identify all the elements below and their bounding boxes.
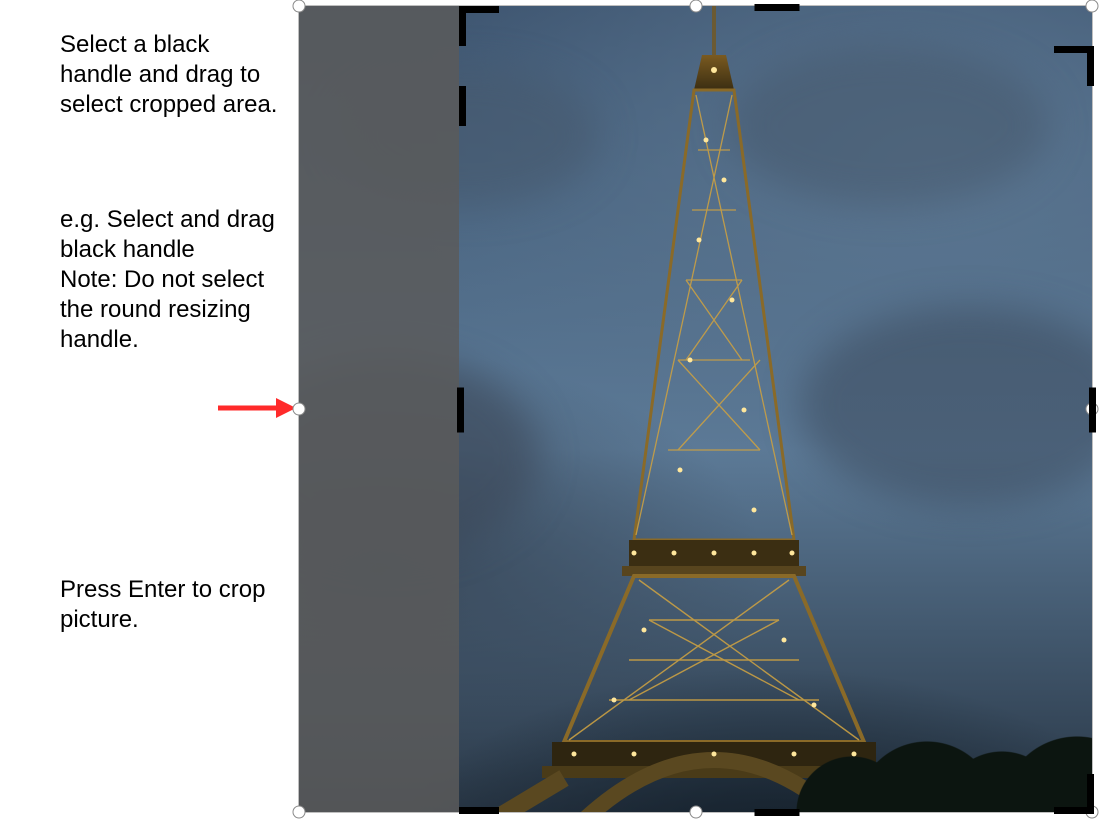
resize-handle-bottom-left[interactable]	[293, 806, 306, 819]
crop-handle-top-mid[interactable]	[754, 4, 799, 11]
crop-handle-top-right[interactable]	[459, 46, 499, 86]
crop-selection-box[interactable]	[459, 6, 1094, 814]
resize-handle-top-left[interactable]	[293, 0, 306, 13]
instruction-step-1: Select a black handle and drag to select…	[60, 30, 280, 120]
instruction-step-2-note: Note: Do not select the round resizing h…	[60, 266, 264, 353]
instruction-column: Select a black handle and drag to select…	[60, 30, 280, 635]
resize-handle-mid-left[interactable]	[293, 403, 306, 416]
crop-handle-bottom-left[interactable]	[459, 86, 499, 126]
cropped-out-overlay	[299, 6, 459, 812]
instruction-step-2: e.g. Select and drag black handle Note: …	[60, 205, 280, 355]
instruction-step-2-example: e.g. Select and drag black handle	[60, 206, 275, 263]
crop-handle-mid-left[interactable]	[457, 388, 464, 433]
crop-handle-bottom-mid[interactable]	[754, 809, 799, 816]
crop-handle-top-left[interactable]	[459, 6, 499, 46]
instruction-step-3: Press Enter to crop picture.	[60, 575, 280, 635]
picture-bounding-box[interactable]	[298, 5, 1093, 813]
crop-handle-bottom-right[interactable]	[459, 126, 499, 166]
crop-handle-mid-right[interactable]	[1089, 388, 1096, 433]
